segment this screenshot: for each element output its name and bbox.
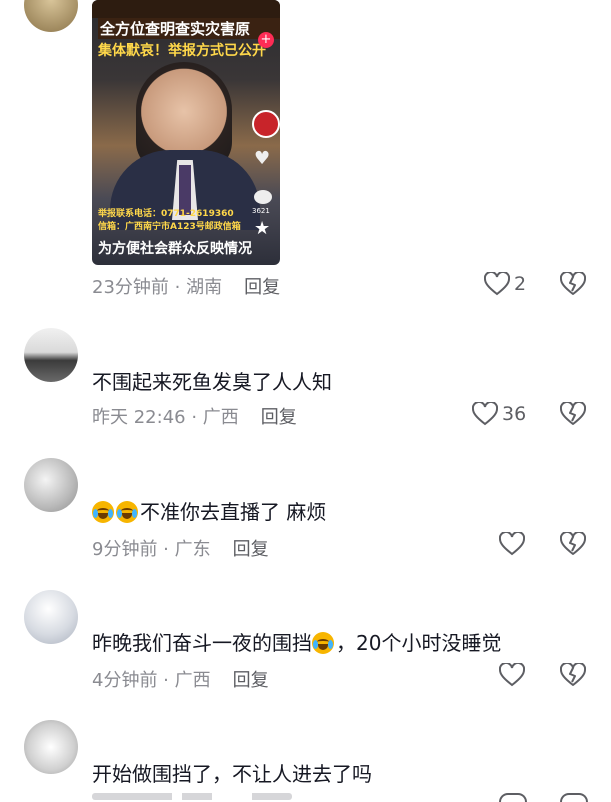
crying-emoji-icon: [312, 632, 334, 654]
comment-text: 不准你去直播了 麻烦: [92, 496, 326, 525]
dislike-button[interactable]: [560, 272, 586, 296]
dislike-icon[interactable]: [560, 793, 588, 802]
avatar[interactable]: [24, 0, 78, 32]
heart-icon: [472, 402, 498, 426]
avatar[interactable]: [24, 458, 78, 512]
crying-emoji-icon: [116, 501, 138, 523]
video-contact-mail: 信箱：广西南宁市A123号邮政信箱: [98, 222, 241, 232]
comment-text: 昨晚我们奋斗一夜的围挡 ，20个小时没睡觉: [92, 627, 501, 656]
add-icon[interactable]: +: [258, 32, 274, 48]
comment-body: 不准你去直播了 麻烦: [140, 500, 327, 524]
comment-meta: 昨天 22:46 · 广西 回复: [92, 403, 297, 429]
avatar[interactable]: [24, 328, 78, 382]
time-location: 昨天 22:46 · 广西: [92, 407, 239, 428]
comment-text: 开始做围挡了，不让人进去了吗: [92, 762, 372, 786]
avatar[interactable]: [24, 590, 78, 644]
time-location: 9分钟前 · 广东: [92, 539, 211, 560]
comment-icon[interactable]: [254, 190, 272, 204]
heart-icon: [499, 663, 525, 687]
time-location: 4分钟前 · 广西: [92, 670, 211, 691]
video-headline: 全方位查明查实灾害原: [98, 18, 280, 39]
like-button[interactable]: 2: [484, 272, 526, 296]
comment-text: 不围起来死鱼发臭了人人知: [92, 370, 332, 394]
author-avatar-icon[interactable]: [252, 110, 280, 138]
reply-button[interactable]: 回复: [233, 539, 269, 560]
comment-body-part2: ，20个小时没睡觉: [336, 631, 502, 655]
like-button[interactable]: [499, 663, 525, 687]
comment-meta: 9分钟前 · 广东 回复: [92, 535, 269, 561]
dislike-button[interactable]: [560, 532, 586, 556]
video-caption: 为方便社会群众反映情况: [98, 241, 252, 257]
reply-button[interactable]: 回复: [244, 277, 280, 298]
heart-icon: [499, 532, 525, 556]
time-location: 23分钟前 · 湖南: [92, 277, 223, 298]
avatar[interactable]: [24, 720, 78, 774]
crying-emoji-icon: [92, 501, 114, 523]
video-subheadline: 集体默哀！举报方式已公开: [98, 43, 266, 59]
like-button[interactable]: 36: [472, 402, 526, 426]
comment-meta: 23分钟前 · 湖南 回复: [92, 273, 280, 299]
heart-icon[interactable]: ♥: [254, 148, 270, 169]
like-button[interactable]: [499, 532, 525, 556]
heart-icon[interactable]: [499, 793, 527, 802]
reply-button[interactable]: 回复: [261, 407, 297, 428]
comment-body-part1: 昨晚我们奋斗一夜的围挡: [92, 631, 312, 655]
like-count: 2: [514, 273, 527, 295]
video-contact-phone: 举报联系电话：0771-2619360: [98, 209, 234, 219]
dislike-button[interactable]: [560, 402, 586, 426]
video-thumbnail[interactable]: 全方位查明查实灾害原 集体默哀！举报方式已公开 ♥ 3621 ★ + 举报联系电…: [92, 0, 280, 265]
comment-meta-cutoff: [92, 793, 292, 800]
comment-meta: 4分钟前 · 广西 回复: [92, 666, 269, 692]
like-count: 36: [502, 403, 527, 425]
heart-icon: [484, 272, 510, 296]
reply-button[interactable]: 回复: [233, 670, 269, 691]
dislike-button[interactable]: [560, 663, 586, 687]
